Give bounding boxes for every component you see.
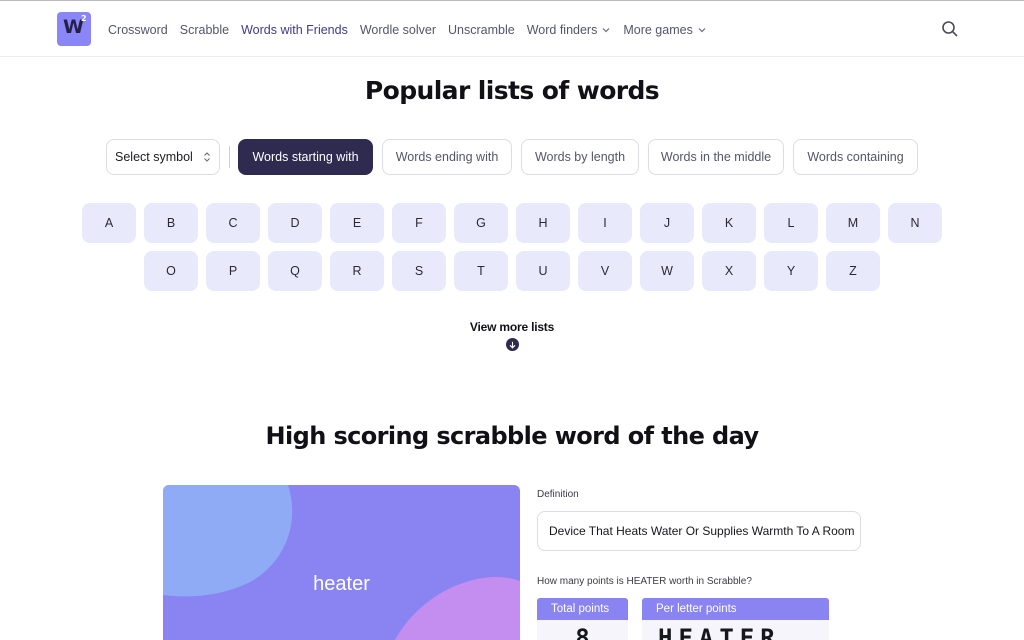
letter-b-button[interactable]: B	[144, 203, 198, 243]
letter-h-button[interactable]: H	[516, 203, 570, 243]
letter-l-button[interactable]: L	[764, 203, 818, 243]
letter-q-button[interactable]: Q	[268, 251, 322, 291]
chevron-down-icon	[602, 28, 610, 33]
letter-x-button[interactable]: X	[702, 251, 756, 291]
nav-item-label: Wordle solver	[359, 23, 437, 37]
logo-superscript: 2	[81, 14, 87, 23]
nav-item-more-games[interactable]: More games	[623, 23, 706, 37]
per-letter-points-value: HEATER	[658, 624, 781, 640]
letter-m-button[interactable]: M	[826, 203, 880, 243]
letter-a-button[interactable]: A	[82, 203, 136, 243]
definition-label: Definition	[537, 489, 579, 500]
letter-p-button[interactable]: P	[206, 251, 260, 291]
filter-words-ending-with[interactable]: Words ending with	[382, 139, 512, 175]
nav-item-label: Unscramble	[448, 23, 515, 37]
nav-item-label: Scrabble	[179, 23, 230, 37]
nav-item-label: Word finders	[526, 23, 598, 37]
letter-j-button[interactable]: J	[640, 203, 694, 243]
total-points-tile: Total points 8	[537, 598, 628, 640]
definition-box: Device That Heats Water Or Supplies Warm…	[537, 511, 861, 551]
letter-r-button[interactable]: R	[330, 251, 384, 291]
letter-k-button[interactable]: K	[702, 203, 756, 243]
nav-item-unscramble[interactable]: Unscramble	[448, 23, 515, 37]
nav-item-label: Crossword	[108, 23, 168, 37]
letter-u-button[interactable]: U	[516, 251, 570, 291]
symbol-select-label: Select symbol	[115, 150, 193, 164]
letter-o-button[interactable]: O	[144, 251, 198, 291]
word-of-day-title: High scoring scrabble word of the day	[265, 422, 760, 450]
letter-f-button[interactable]: F	[392, 203, 446, 243]
letters-row-2: OPQRSTUVWXYZ	[0, 251, 1024, 291]
letter-c-button[interactable]: C	[206, 203, 260, 243]
definition-text: Device That Heats Water Or Supplies Warm…	[549, 524, 855, 538]
per-letter-points-label: Per letter points	[642, 598, 829, 620]
letter-g-button[interactable]: G	[454, 203, 508, 243]
letter-n-button[interactable]: N	[888, 203, 942, 243]
word-of-day-word: heater	[313, 573, 370, 595]
chevron-updown-icon	[204, 152, 210, 162]
filter-words-in-the-middle[interactable]: Words in the middle	[648, 139, 784, 175]
view-more-label: View more lists	[469, 320, 555, 334]
letter-w-button[interactable]: W	[640, 251, 694, 291]
symbol-select[interactable]: Select symbol	[106, 139, 220, 175]
total-points-value: 8	[575, 624, 590, 640]
nav-item-words-with-friends[interactable]: Words with Friends	[241, 23, 348, 37]
nav-item-crossword[interactable]: Crossword	[108, 23, 168, 37]
arrow-down-icon	[505, 338, 519, 351]
main-nav: Crossword Scrabble Words with Friends Wordl…	[108, 21, 707, 39]
view-more-lists-button[interactable]: View more lists	[462, 320, 562, 351]
filter-pills: Words starting with Words ending with Word…	[238, 139, 918, 175]
word-of-day-card: heater	[163, 485, 520, 640]
filter-divider	[229, 146, 230, 168]
filter-words-containing[interactable]: Words containing	[793, 139, 918, 175]
top-navigation: W 2 Crossword Scrabble Words with Friends W…	[0, 0, 1024, 57]
points-question: How many points is HEATER worth in Scrab…	[537, 576, 752, 587]
letter-d-button[interactable]: D	[268, 203, 322, 243]
nav-item-scrabble[interactable]: Scrabble	[180, 23, 229, 37]
filter-words-by-length[interactable]: Words by length	[521, 139, 639, 175]
letter-v-button[interactable]: V	[578, 251, 632, 291]
nav-item-label: More games	[623, 23, 693, 37]
search-icon	[942, 21, 958, 37]
nav-item-label: Words with Friends	[241, 23, 348, 37]
card-background-shapes	[163, 485, 520, 640]
letters-row-1: ABCDEFGHIJKLMN	[0, 203, 1024, 243]
letter-t-button[interactable]: T	[454, 251, 508, 291]
filter-bar: Select symbol Words starting with Words e…	[106, 139, 918, 175]
total-points-label: Total points	[537, 598, 628, 620]
site-logo[interactable]: W 2	[57, 12, 91, 46]
letter-s-button[interactable]: S	[392, 251, 446, 291]
letter-i-button[interactable]: I	[578, 203, 632, 243]
chevron-down-icon	[698, 28, 706, 33]
search-button[interactable]	[940, 19, 960, 39]
filter-words-starting-with[interactable]: Words starting with	[238, 139, 373, 175]
nav-item-word-finders[interactable]: Word finders	[527, 23, 612, 37]
per-letter-points-tile: Per letter points HEATER	[642, 598, 829, 640]
nav-item-wordle-solver[interactable]: Wordle solver	[360, 23, 436, 37]
letter-z-button[interactable]: Z	[826, 251, 880, 291]
popular-lists-title: Popular lists of words	[364, 76, 660, 105]
letter-e-button[interactable]: E	[330, 203, 384, 243]
letter-y-button[interactable]: Y	[764, 251, 818, 291]
